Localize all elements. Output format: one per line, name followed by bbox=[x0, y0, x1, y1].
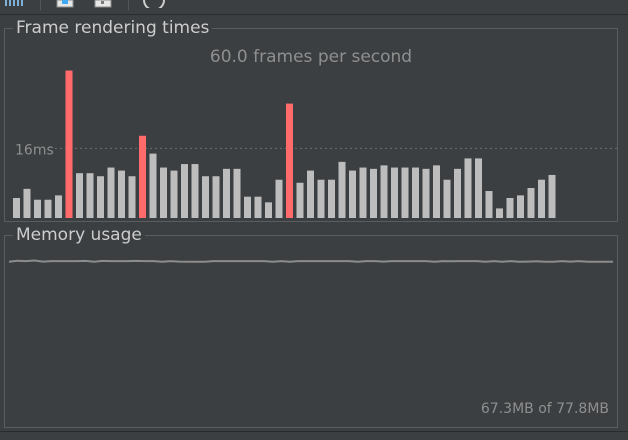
memory-line bbox=[8, 259, 613, 263]
frame-rendering-chart: 16ms bbox=[13, 70, 617, 218]
frame-bar bbox=[275, 179, 283, 218]
frame-bar bbox=[191, 164, 199, 218]
frame-bar bbox=[265, 202, 272, 218]
frame-bar bbox=[443, 179, 451, 218]
frame-bar bbox=[506, 197, 514, 218]
frame-bar bbox=[538, 179, 545, 218]
toolbar-separator bbox=[128, 0, 129, 10]
frame-bar bbox=[76, 173, 83, 218]
frame-bar bbox=[454, 168, 461, 218]
frame-bar bbox=[55, 195, 62, 218]
frame-bar bbox=[160, 167, 167, 218]
memory-usage-label: 67.3MB of 77.8MB bbox=[480, 401, 609, 417]
frame-bar bbox=[338, 161, 346, 218]
memory-usage-panel: Memory usage 67.3MB of 77.8MB bbox=[4, 225, 618, 428]
frame-bar bbox=[475, 158, 482, 218]
frame-bar bbox=[97, 176, 104, 218]
frame-bar bbox=[202, 176, 209, 218]
frame-bar bbox=[118, 170, 125, 218]
frame-rendering-panel: Frame rendering times 60.0 frames per se… bbox=[4, 18, 618, 222]
frame-bar bbox=[223, 168, 230, 218]
frame-bar bbox=[433, 165, 440, 218]
frame-bar bbox=[401, 167, 409, 218]
frame-bar bbox=[359, 167, 367, 218]
frame-bar bbox=[328, 179, 335, 218]
frame-bar bbox=[296, 182, 304, 218]
frame-bar bbox=[307, 170, 314, 218]
threshold-label: 16ms bbox=[15, 142, 54, 158]
slow-frame-bar bbox=[65, 70, 73, 218]
frame-bar bbox=[412, 167, 419, 218]
frame-bar bbox=[422, 168, 430, 218]
frame-bar bbox=[244, 196, 251, 218]
frame-bar bbox=[317, 179, 325, 218]
toolbar-separator bbox=[40, 0, 41, 10]
frame-bar bbox=[13, 197, 20, 218]
record-icon[interactable] bbox=[94, 0, 112, 8]
slow-frame-bar bbox=[139, 135, 146, 218]
frame-bar bbox=[170, 170, 178, 218]
frame-bar bbox=[496, 208, 503, 218]
frame-bar bbox=[23, 188, 31, 218]
bars-chart-icon[interactable] bbox=[4, 0, 26, 8]
frame-bar bbox=[391, 167, 398, 218]
bottom-divider bbox=[0, 431, 628, 432]
frame-bar bbox=[181, 164, 188, 218]
frame-bar bbox=[548, 174, 556, 218]
frame-bar bbox=[485, 191, 493, 218]
frame-bar bbox=[128, 176, 136, 218]
frame-bar bbox=[86, 173, 94, 218]
frame-bar bbox=[527, 187, 535, 218]
frame-bar bbox=[44, 199, 52, 218]
frame-bar bbox=[149, 153, 157, 218]
frame-bar bbox=[212, 176, 220, 218]
frame-bar bbox=[233, 168, 241, 218]
frame-bar bbox=[370, 168, 377, 218]
toolbar bbox=[0, 0, 628, 15]
frame-bar bbox=[464, 158, 472, 218]
frame-bar bbox=[107, 167, 115, 218]
memory-usage-chart bbox=[8, 259, 613, 263]
frame-bar bbox=[349, 170, 356, 218]
frame-bar bbox=[34, 199, 41, 218]
frame-bar bbox=[517, 195, 524, 218]
refresh-icon[interactable] bbox=[142, 0, 166, 8]
frame-bar bbox=[254, 196, 262, 218]
frame-bar bbox=[380, 165, 388, 218]
slow-frame-bar bbox=[286, 103, 293, 218]
screenshot-icon[interactable] bbox=[56, 0, 74, 8]
